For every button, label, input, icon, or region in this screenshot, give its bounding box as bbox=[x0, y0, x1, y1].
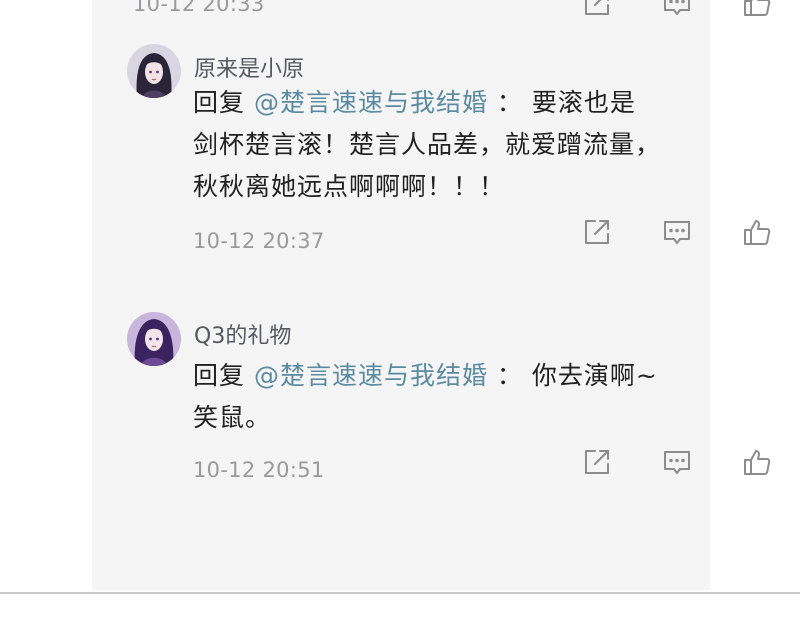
comment-username[interactable]: 原来是小原 bbox=[194, 51, 304, 83]
share-icon bbox=[585, 0, 609, 15]
avatar-image bbox=[127, 312, 181, 366]
like-button[interactable] bbox=[740, 215, 774, 249]
comment-text: 回复 @楚言速速与我结婚 ： 你去演啊~ 笑鼠。 bbox=[193, 355, 703, 439]
comment-time: 10-12 20:51 bbox=[193, 458, 325, 482]
like-button[interactable] bbox=[740, 0, 774, 20]
comment-text: 回复 @楚言速速与我结婚 ： 要滚也是 剑杯楚言滚！楚言人品差，就爱蹭流量， 秋… bbox=[193, 82, 703, 208]
reply-prefix: 回复 bbox=[193, 88, 254, 117]
comment-text-rest: 剑杯楚言滚！楚言人品差，就爱蹭流量， 秋秋离她远点啊啊啊！！！ bbox=[193, 130, 662, 201]
comment-icon bbox=[664, 451, 690, 474]
comment-text-first-line: 要滚也是 bbox=[531, 88, 636, 117]
comment-icon bbox=[664, 221, 690, 244]
comment-text-first-line: 你去演啊~ bbox=[531, 361, 658, 390]
comment-actions bbox=[580, 0, 774, 20]
reply-separator: ： bbox=[487, 88, 532, 117]
avatar[interactable] bbox=[127, 44, 181, 98]
like-button[interactable] bbox=[740, 445, 774, 479]
share-button[interactable] bbox=[580, 445, 614, 479]
comment-actions bbox=[580, 445, 774, 479]
thumbs-up-icon bbox=[744, 0, 771, 16]
share-button[interactable] bbox=[580, 215, 614, 249]
comment-button[interactable] bbox=[660, 215, 694, 249]
reply-prefix: 回复 bbox=[193, 361, 254, 390]
share-button[interactable] bbox=[580, 0, 614, 20]
comment-button[interactable] bbox=[660, 445, 694, 479]
mention-link[interactable]: @楚言速速与我结婚 bbox=[254, 88, 488, 117]
reply-separator: ： bbox=[487, 361, 532, 390]
comment-icon bbox=[664, 0, 690, 15]
comment-username[interactable]: Q3的礼物 bbox=[194, 318, 291, 350]
comment-button[interactable] bbox=[660, 0, 694, 20]
divider bbox=[0, 592, 800, 594]
comment-text-rest: 笑鼠。 bbox=[193, 403, 272, 432]
comment-actions bbox=[580, 215, 774, 249]
comment-time: 10-12 20:33 bbox=[133, 0, 265, 16]
avatar[interactable] bbox=[127, 312, 181, 366]
thumbs-up-icon bbox=[744, 450, 771, 475]
share-icon bbox=[585, 450, 609, 474]
share-icon bbox=[585, 220, 609, 244]
thumbs-up-icon bbox=[744, 220, 771, 245]
avatar-image bbox=[127, 44, 181, 98]
mention-link[interactable]: @楚言速速与我结婚 bbox=[254, 361, 488, 390]
comment-time: 10-12 20:37 bbox=[193, 229, 325, 253]
